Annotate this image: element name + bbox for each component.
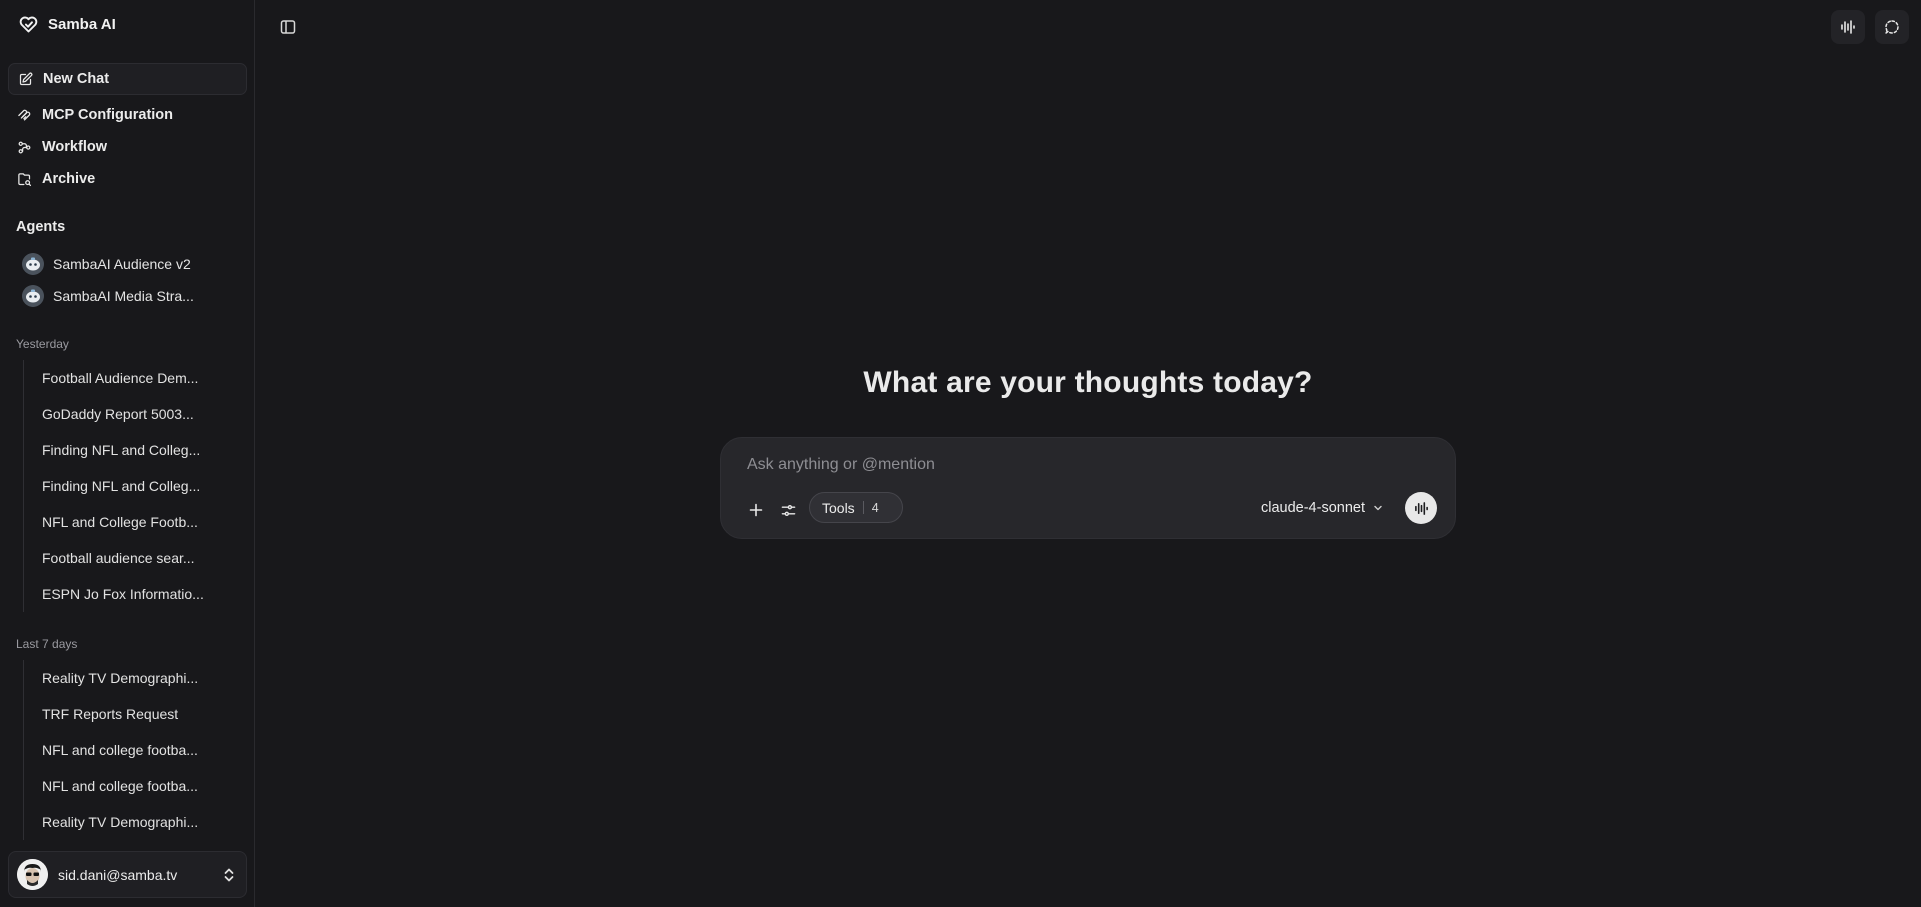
history-item[interactable]: NFL and college footba... xyxy=(24,768,233,804)
history-group-last-7-days: Last 7 days xyxy=(16,637,78,651)
history-list-last-7-days: Reality TV Demographi... TRF Reports Req… xyxy=(23,660,233,840)
history-list-yesterday: Football Audience Dem... GoDaddy Report … xyxy=(23,360,233,612)
robot-avatar-icon xyxy=(22,285,44,307)
agents-list: SambaAI Audience v2 SambaAI Media Stra..… xyxy=(22,248,194,312)
sidebar: Samba AI New Chat MCP Configuration Work… xyxy=(0,0,255,907)
chat-composer: Tools 4 claude-4-sonnet xyxy=(720,437,1456,539)
voice-input-button[interactable] xyxy=(1405,492,1437,524)
history-item[interactable]: Finding NFL and Colleg... xyxy=(24,432,233,468)
sliders-icon xyxy=(781,504,795,516)
sidebar-item-mcp-configuration[interactable]: MCP Configuration xyxy=(8,99,247,131)
sidebar-toggle-button[interactable] xyxy=(276,15,300,39)
history-item[interactable]: GoDaddy Report 5003... xyxy=(24,396,233,432)
voice-mode-button[interactable] xyxy=(1831,10,1865,44)
mcp-configuration-label: MCP Configuration xyxy=(42,107,174,123)
tools-divider xyxy=(862,501,864,514)
new-chat-label: New Chat xyxy=(43,71,110,87)
sidebar-panel-icon xyxy=(280,20,296,34)
history-item[interactable]: Finding NFL and Colleg... xyxy=(24,468,233,504)
dashed-chat-icon xyxy=(1884,20,1899,35)
archive-icon xyxy=(18,172,32,186)
history-item[interactable]: NFL and College Footb... xyxy=(24,504,233,540)
agents-heading: Agents xyxy=(16,219,66,235)
new-chat-button[interactable]: New Chat xyxy=(8,63,247,95)
tools-button[interactable]: Tools 4 xyxy=(809,492,903,523)
history-item[interactable]: NFL and college footba... xyxy=(24,732,233,768)
user-email: sid.dani@samba.tv xyxy=(58,866,178,883)
history-item[interactable]: ESPN Jo Fox Informatio... xyxy=(24,576,233,612)
agent-name: SambaAI Media Stra... xyxy=(53,288,194,304)
temporary-chat-button[interactable] xyxy=(1875,10,1909,44)
history-item[interactable]: Reality TV Demographi... xyxy=(24,804,233,840)
workflow-icon xyxy=(18,141,31,153)
model-selector[interactable]: claude-4-sonnet xyxy=(1261,497,1383,519)
edit-icon xyxy=(19,72,33,85)
chevron-down-icon xyxy=(1374,505,1382,511)
page-title: What are your thoughts today? xyxy=(863,366,1313,399)
sidebar-item-archive[interactable]: Archive xyxy=(8,163,247,195)
robot-avatar-icon xyxy=(22,253,44,275)
history-group-yesterday: Yesterday xyxy=(16,337,69,351)
sidebar-item-workflow[interactable]: Workflow xyxy=(8,131,247,163)
model-name: claude-4-sonnet xyxy=(1261,500,1365,516)
workflow-label: Workflow xyxy=(42,139,107,155)
archive-label: Archive xyxy=(42,171,96,187)
avatar xyxy=(17,859,48,890)
brand[interactable]: Samba AI xyxy=(18,13,116,35)
main-area: What are your thoughts today? Tools 4 xyxy=(255,0,1921,907)
chat-input[interactable] xyxy=(747,451,1427,479)
add-attachment-button[interactable] xyxy=(743,497,769,523)
waveform-icon xyxy=(1841,20,1855,34)
waveform-icon xyxy=(1414,501,1428,515)
history-item[interactable]: Football audience sear... xyxy=(24,540,233,576)
brand-name: Samba AI xyxy=(48,15,116,33)
sidebar-nav: New Chat MCP Configuration Workflow Arch… xyxy=(8,63,247,195)
history-item[interactable]: TRF Reports Request xyxy=(24,696,233,732)
agent-item[interactable]: SambaAI Audience v2 xyxy=(22,248,194,280)
user-avatar-icon xyxy=(17,859,48,890)
mcp-icon xyxy=(18,109,31,120)
history-item[interactable]: Football Audience Dem... xyxy=(24,360,233,396)
samba-logo-icon xyxy=(19,16,38,32)
tools-label: Tools xyxy=(822,499,855,516)
agent-avatar xyxy=(22,285,44,307)
plus-icon xyxy=(749,503,763,517)
tools-count-badge: 4 xyxy=(871,500,879,515)
settings-sliders-button[interactable] xyxy=(775,497,801,523)
agent-item[interactable]: SambaAI Media Stra... xyxy=(22,280,194,312)
agent-avatar xyxy=(22,253,44,275)
history-item[interactable]: Reality TV Demographi... xyxy=(24,660,233,696)
app: Samba AI New Chat MCP Configuration Work… xyxy=(0,0,1921,907)
agent-name: SambaAI Audience v2 xyxy=(53,256,191,272)
user-menu-button[interactable]: sid.dani@samba.tv xyxy=(8,851,247,898)
chevron-up-down-icon xyxy=(224,868,234,881)
